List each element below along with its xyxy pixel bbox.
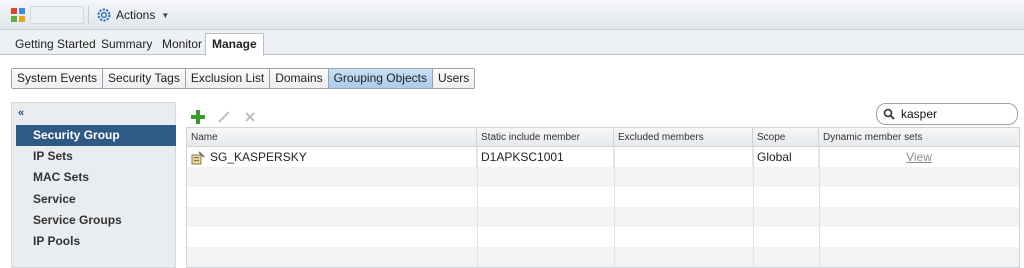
table-row[interactable]: SG_KASPERSKY D1APKSC1001 Global View [187, 147, 1019, 167]
cell-static-include-member: D1APKSC1001 [477, 147, 614, 167]
top-toolbar: Actions ▼ [0, 0, 1024, 30]
search-input[interactable] [901, 107, 1011, 121]
subtab-security-tags[interactable]: Security Tags [103, 69, 186, 88]
subtab-users[interactable]: Users [432, 69, 475, 88]
search-icon [883, 108, 895, 120]
gear-icon [97, 8, 111, 22]
empty-row [187, 207, 1019, 227]
security-group-icon [191, 151, 205, 165]
column-divider [477, 147, 478, 268]
sub-tabs: System Events Security Tags Exclusion Li… [11, 68, 476, 89]
chevron-down-icon: ▼ [161, 10, 170, 20]
collapse-panel-icon[interactable]: « [18, 107, 24, 119]
tab-monitor[interactable]: Monitor [156, 34, 208, 55]
grid-toolbar [190, 108, 258, 126]
actions-menu-button[interactable]: Actions ▼ [96, 6, 169, 24]
main-tabs: Getting Started Summary Monitor Manage [0, 30, 1024, 56]
subtab-grouping-objects[interactable]: Grouping Objects [328, 69, 433, 88]
delete-button[interactable] [242, 109, 258, 125]
edit-button[interactable] [216, 109, 232, 125]
empty-row [187, 167, 1019, 187]
column-divider [819, 147, 820, 268]
close-icon [245, 112, 255, 122]
nav-item-ip-sets[interactable]: IP Sets [16, 146, 176, 167]
column-divider [614, 147, 615, 268]
cell-name: SG_KASPERSKY [187, 147, 477, 167]
cell-excluded-members [614, 147, 753, 167]
tab-getting-started[interactable]: Getting Started [9, 34, 102, 55]
column-divider [753, 147, 754, 268]
app-icon [11, 8, 25, 22]
grouping-objects-nav: « Security Group IP Sets MAC Sets Servic… [11, 102, 176, 268]
column-header-static-include-member[interactable]: Static include member [477, 128, 614, 147]
row-name: SG_KASPERSKY [210, 150, 307, 164]
nav-item-ip-pools[interactable]: IP Pools [16, 231, 176, 252]
actions-label: Actions [116, 8, 156, 22]
cell-dynamic-member-sets: View [819, 147, 1019, 167]
plus-icon [191, 110, 205, 124]
empty-row [187, 247, 1019, 267]
add-button[interactable] [190, 109, 206, 125]
column-header-name[interactable]: Name [187, 128, 477, 147]
security-groups-grid: Name Static include member Excluded memb… [186, 127, 1020, 268]
empty-row [187, 227, 1019, 247]
nav-item-security-group[interactable]: Security Group [16, 125, 176, 146]
toolbar-divider [88, 6, 89, 24]
nav-item-service[interactable]: Service [16, 189, 176, 210]
nav-item-service-groups[interactable]: Service Groups [16, 210, 176, 231]
object-title [30, 6, 84, 24]
pencil-icon [218, 111, 230, 123]
column-header-scope[interactable]: Scope [753, 128, 819, 147]
grid-header: Name Static include member Excluded memb… [187, 128, 1019, 147]
tab-summary[interactable]: Summary [95, 34, 158, 55]
nav-item-mac-sets[interactable]: MAC Sets [16, 167, 176, 188]
cell-scope: Global [753, 147, 819, 167]
filter-search-box [876, 103, 1018, 125]
subtab-domains[interactable]: Domains [270, 69, 329, 88]
column-header-excluded-members[interactable]: Excluded members [614, 128, 753, 147]
subtab-system-events[interactable]: System Events [12, 69, 104, 88]
tab-manage[interactable]: Manage [205, 33, 264, 56]
subtab-exclusion-list[interactable]: Exclusion List [185, 69, 271, 88]
view-link[interactable]: View [906, 150, 932, 164]
empty-row [187, 187, 1019, 207]
column-header-dynamic-member-sets[interactable]: Dynamic member sets [819, 128, 1019, 147]
